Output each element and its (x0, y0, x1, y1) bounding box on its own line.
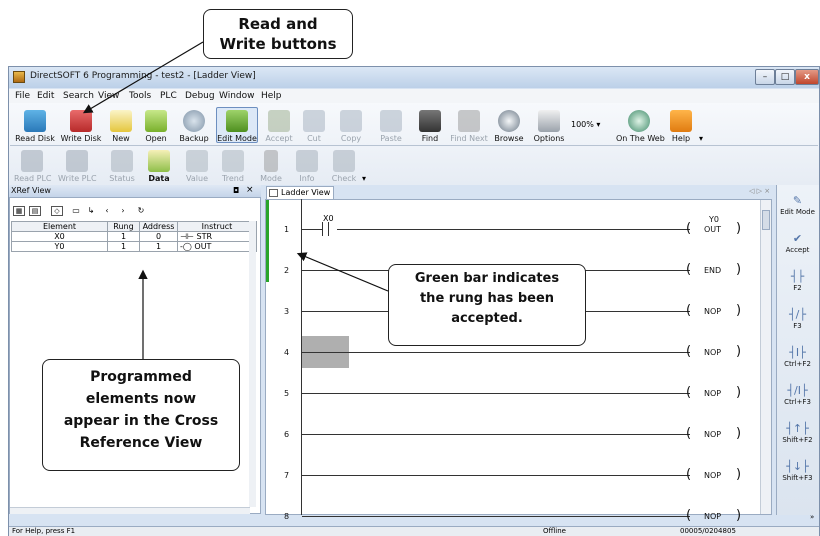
arrow-read-write (82, 41, 204, 114)
arrow-green-bar (296, 252, 389, 292)
callout-arrows (82, 41, 389, 359)
